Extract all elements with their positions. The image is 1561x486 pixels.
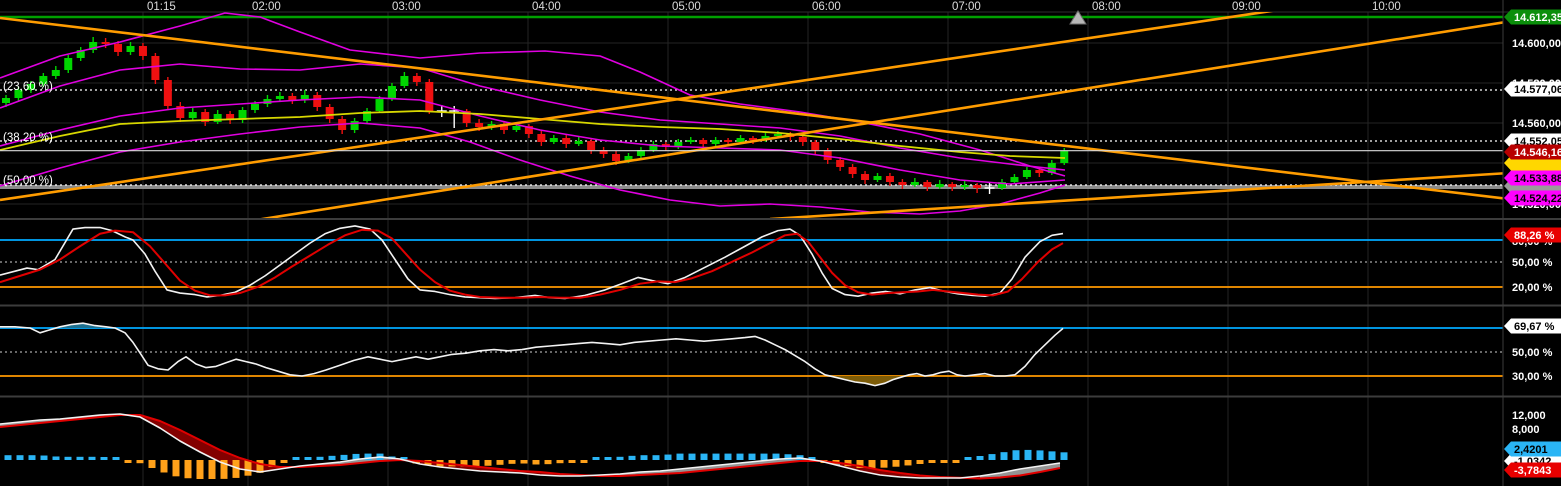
svg-text:(38,20 %): (38,20 %) [3,132,53,144]
svg-text:14.577,061: 14.577,061 [1514,84,1561,96]
svg-text:14.524,22: 14.524,22 [1514,193,1561,205]
svg-text:14.546,160: 14.546,160 [1514,147,1561,159]
svg-text:06:00: 06:00 [812,1,841,13]
macd-value-tag: -3,7843 [1504,463,1561,478]
price-tag: 14.577,061 [1504,82,1561,97]
stochastic-panel [0,226,1503,299]
svg-text:10:00: 10:00 [1372,1,1401,13]
trading-chart-window: 01:15 02:00 03:00 04:00 05:00 06:00 07:00 08:00… [0,0,1561,486]
macd-panel [0,414,1060,479]
svg-text:88,26 %: 88,26 % [1514,230,1555,242]
chart-plot-area[interactable]: 01:15 02:00 03:00 04:00 05:00 06:00 07:00 08:00… [0,0,1561,486]
price-tag: 14.524,22 [1504,191,1561,206]
svg-text:(50,00 %): (50,00 %) [3,175,53,187]
svg-text:03:00: 03:00 [392,1,421,13]
svg-text:-3,7843: -3,7843 [1514,465,1551,477]
svg-text:8,000: 8,000 [1512,424,1540,436]
svg-text:09:00: 09:00 [1232,1,1261,13]
panel-separators [0,0,1561,486]
svg-text:04:00: 04:00 [532,1,561,13]
svg-text:50,00 %: 50,00 % [1512,347,1553,359]
svg-text:12,000: 12,000 [1512,410,1546,422]
macd-value-tag: 2,4201 [1504,442,1561,457]
svg-text:14.533,88: 14.533,88 [1514,173,1561,185]
price-axis: 14.600,00014.580,00014.560,00014.540,000… [1504,10,1561,478]
rsi-value-tag: 69,67 % [1504,319,1561,334]
rsi-panel [0,323,1503,385]
svg-text:14.612,353: 14.612,353 [1514,12,1561,24]
svg-text:14.560,000: 14.560,000 [1512,118,1561,130]
svg-text:69,67 %: 69,67 % [1514,321,1555,333]
time-axis-labels: 01:15 02:00 03:00 04:00 05:00 06:00 07:00 08:00… [147,1,1401,13]
svg-text:01:15: 01:15 [147,1,176,13]
svg-text:02:00: 02:00 [252,1,281,13]
svg-text:07:00: 07:00 [952,1,981,13]
svg-text:30,00 %: 30,00 % [1512,371,1553,383]
svg-text:08:00: 08:00 [1092,1,1121,13]
svg-text:(23,60 %): (23,60 %) [3,81,53,93]
svg-text:05:00: 05:00 [672,1,701,13]
svg-text:14.600,000: 14.600,000 [1512,38,1561,50]
svg-text:20,00 %: 20,00 % [1512,282,1553,294]
svg-text:2,4201: 2,4201 [1514,444,1548,456]
price-tag: 14.533,88 [1504,171,1561,186]
svg-text:50,00 %: 50,00 % [1512,257,1553,269]
price-tag: 14.546,160 [1504,145,1561,160]
price-tag: 14.612,353 [1504,10,1561,25]
stoch-value-tag: 88,26 % [1504,228,1561,243]
